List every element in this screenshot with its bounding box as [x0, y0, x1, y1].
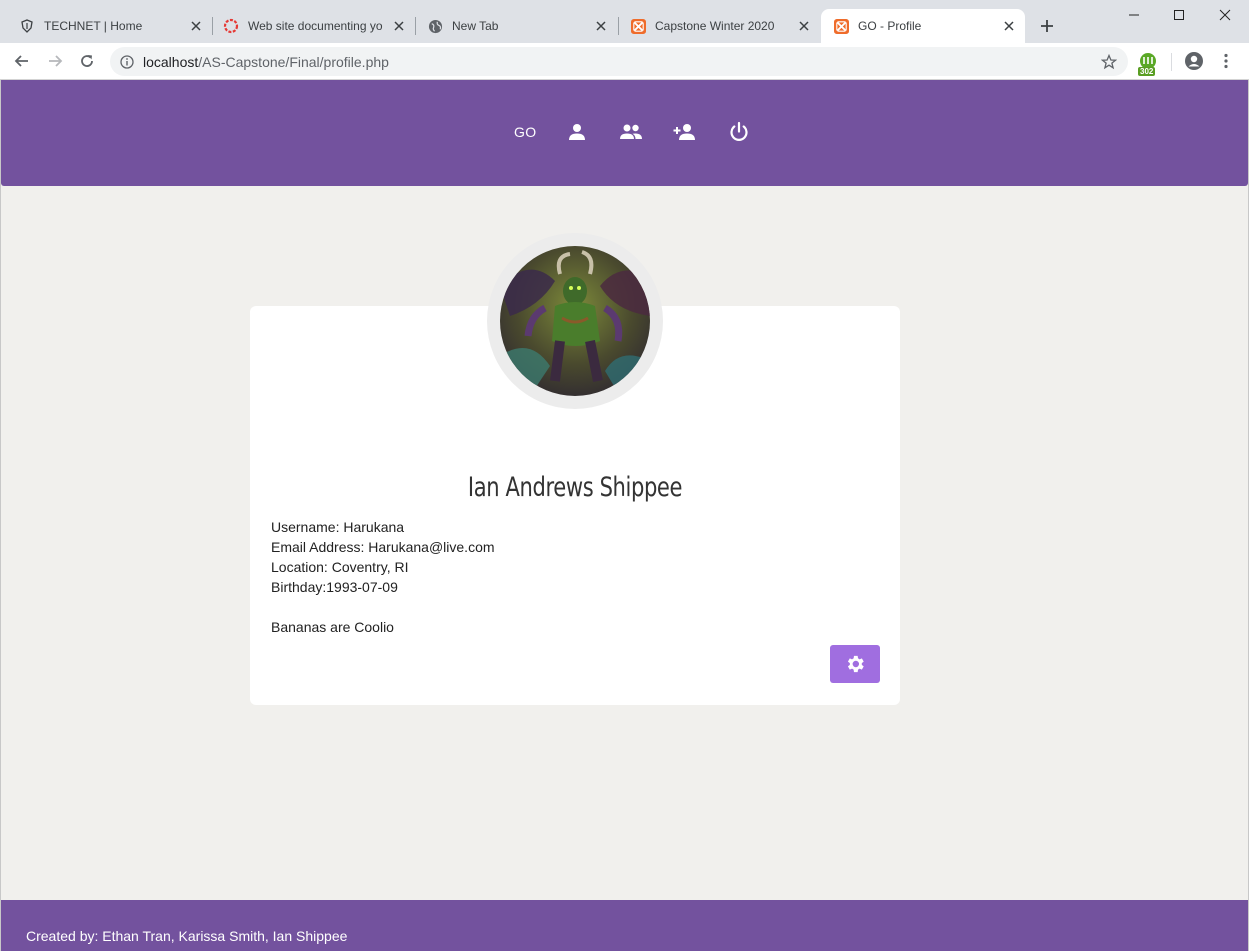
site-navbar: GO: [1, 80, 1248, 186]
url-host: localhost: [143, 54, 199, 70]
bio-text: Bananas are Coolio: [271, 619, 394, 635]
shield-icon: [19, 18, 35, 34]
tab-title: TECHNET | Home: [44, 19, 143, 33]
close-tab-icon[interactable]: [391, 18, 407, 34]
username-line: Username: Harukana: [271, 519, 405, 535]
tab-title: GO - Profile: [858, 19, 922, 33]
tab-strip: TECHNET | Home Web site documenting yo N…: [0, 0, 1249, 43]
toolbar-divider: [1171, 53, 1172, 71]
site-footer: Created by: Ethan Tran, Karissa Smith, I…: [1, 900, 1248, 951]
nav-links: GO: [514, 120, 781, 144]
tab-new-tab[interactable]: New Tab: [407, 9, 617, 43]
ring-icon: [223, 18, 239, 34]
reload-icon[interactable]: [77, 51, 97, 71]
close-tab-icon[interactable]: [796, 18, 812, 34]
edit-profile-settings-button[interactable]: [830, 645, 880, 683]
tab-website-documenting[interactable]: Web site documenting yo: [203, 9, 415, 43]
tab-go-profile[interactable]: GO - Profile: [821, 9, 1025, 43]
close-tab-icon[interactable]: [188, 18, 204, 34]
maximize-window-icon[interactable]: [1170, 6, 1188, 24]
location-line: Location: Coventry, RI: [271, 559, 409, 575]
xampp-icon: [630, 18, 646, 34]
power-icon[interactable]: [727, 120, 751, 144]
profile-name: Ian Andrews Shippee: [467, 472, 683, 503]
extension-badge: 302: [1138, 67, 1156, 76]
forward-arrow-icon[interactable]: [45, 51, 65, 71]
address-bar[interactable]: localhost/AS-Capstone/Final/profile.php: [110, 47, 1128, 76]
bookmark-star-icon[interactable]: [1100, 53, 1118, 71]
footer-credits: Created by: Ethan Tran, Karissa Smith, I…: [26, 928, 348, 944]
tab-title: Web site documenting yo: [248, 19, 383, 33]
site-info-icon[interactable]: [119, 54, 135, 70]
tab-title: New Tab: [452, 19, 499, 33]
tab-technet-home[interactable]: TECHNET | Home: [0, 9, 212, 43]
add-friend-icon[interactable]: [673, 120, 697, 144]
birthday-line: Birthday:1993-07-09: [271, 579, 398, 595]
browser-menu-icon[interactable]: [1216, 51, 1236, 71]
back-arrow-icon[interactable]: [12, 51, 32, 71]
close-tab-icon[interactable]: [1001, 18, 1017, 34]
minimize-window-icon[interactable]: [1125, 6, 1143, 24]
profile-icon[interactable]: [565, 120, 589, 144]
tab-title: Capstone Winter 2020: [655, 19, 775, 33]
gear-icon: [844, 653, 866, 675]
url-text: localhost/AS-Capstone/Final/profile.php: [143, 54, 389, 70]
globe-icon: [427, 18, 443, 34]
tab-capstone-winter[interactable]: Capstone Winter 2020: [610, 9, 820, 43]
browser-toolbar: localhost/AS-Capstone/Final/profile.php …: [0, 43, 1249, 80]
email-line: Email Address: Harukana@live.com: [271, 539, 495, 555]
friends-icon[interactable]: [619, 120, 643, 144]
profile-details: Username: Harukana Email Address: Haruka…: [271, 517, 495, 637]
nav-brand-go[interactable]: GO: [514, 124, 536, 140]
close-window-icon[interactable]: [1216, 6, 1234, 24]
window-border: [0, 80, 1, 951]
new-tab-button[interactable]: [1037, 16, 1057, 36]
avatar: [500, 246, 650, 396]
close-tab-icon[interactable]: [593, 18, 609, 34]
account-icon[interactable]: [1184, 51, 1204, 71]
extension-icon[interactable]: 302: [1138, 52, 1160, 76]
url-path: /AS-Capstone/Final/profile.php: [198, 54, 389, 70]
xampp-icon: [833, 18, 849, 34]
